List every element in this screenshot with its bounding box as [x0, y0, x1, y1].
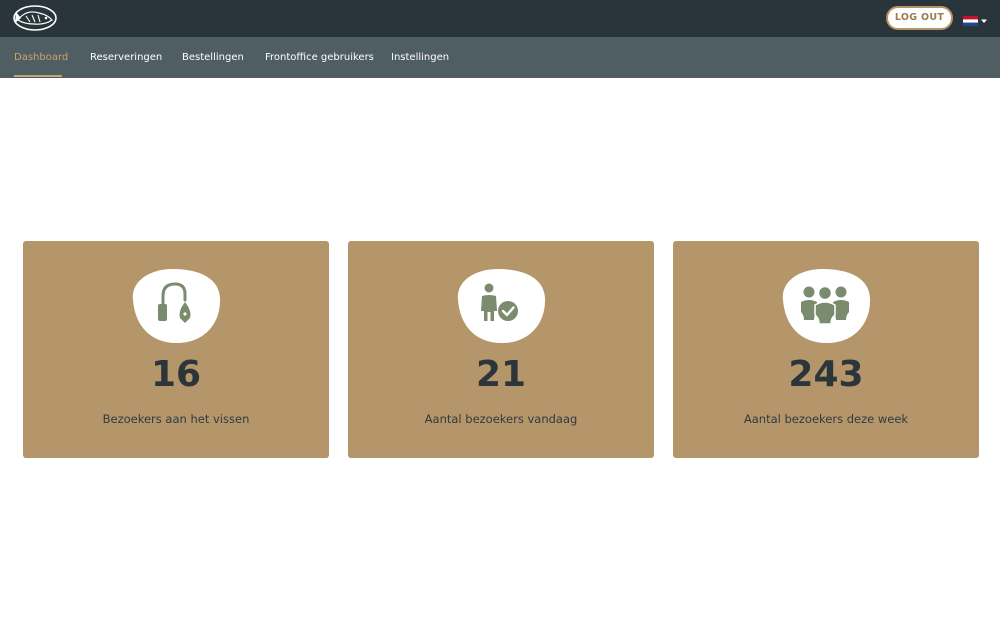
stat-label: Bezoekers aan het vissen — [102, 412, 250, 426]
stat-value: 16 — [150, 354, 202, 395]
stat-card-fishing: 16 Bezoekers aan het vissen — [23, 241, 329, 458]
nav-item-reserveringen[interactable]: Reserveringen — [90, 37, 162, 78]
caret-down-icon — [981, 19, 987, 23]
stat-label: Aantal bezoekers vandaag — [424, 412, 578, 426]
stat-value: 243 — [788, 354, 864, 395]
stat-card-week: 243 Aantal bezoekers deze week — [673, 241, 979, 458]
nav-item-frontoffice-gebruikers[interactable]: Frontoffice gebruikers — [265, 37, 374, 78]
main-navigation: Dashboard Reserveringen Bestellingen Fro… — [0, 37, 1000, 78]
person-check-icon — [457, 269, 546, 344]
logout-button[interactable]: LOG OUT — [886, 6, 953, 30]
nav-item-bestellingen[interactable]: Bestellingen — [182, 37, 244, 78]
fish-logo-icon[interactable] — [12, 3, 58, 33]
stat-label: Aantal bezoekers deze week — [743, 412, 909, 426]
netherlands-flag-icon — [963, 16, 987, 26]
group-icon — [782, 269, 871, 344]
nav-item-instellingen[interactable]: Instellingen — [391, 37, 449, 78]
stat-card-today: 21 Aantal bezoekers vandaag — [348, 241, 654, 458]
stat-value: 21 — [475, 354, 527, 395]
nav-item-dashboard[interactable]: Dashboard — [14, 37, 68, 78]
fishing-hook-icon — [132, 269, 221, 344]
language-selector[interactable] — [963, 12, 989, 26]
active-tab-indicator — [14, 75, 62, 77]
top-bar: LOG OUT — [0, 0, 1000, 37]
